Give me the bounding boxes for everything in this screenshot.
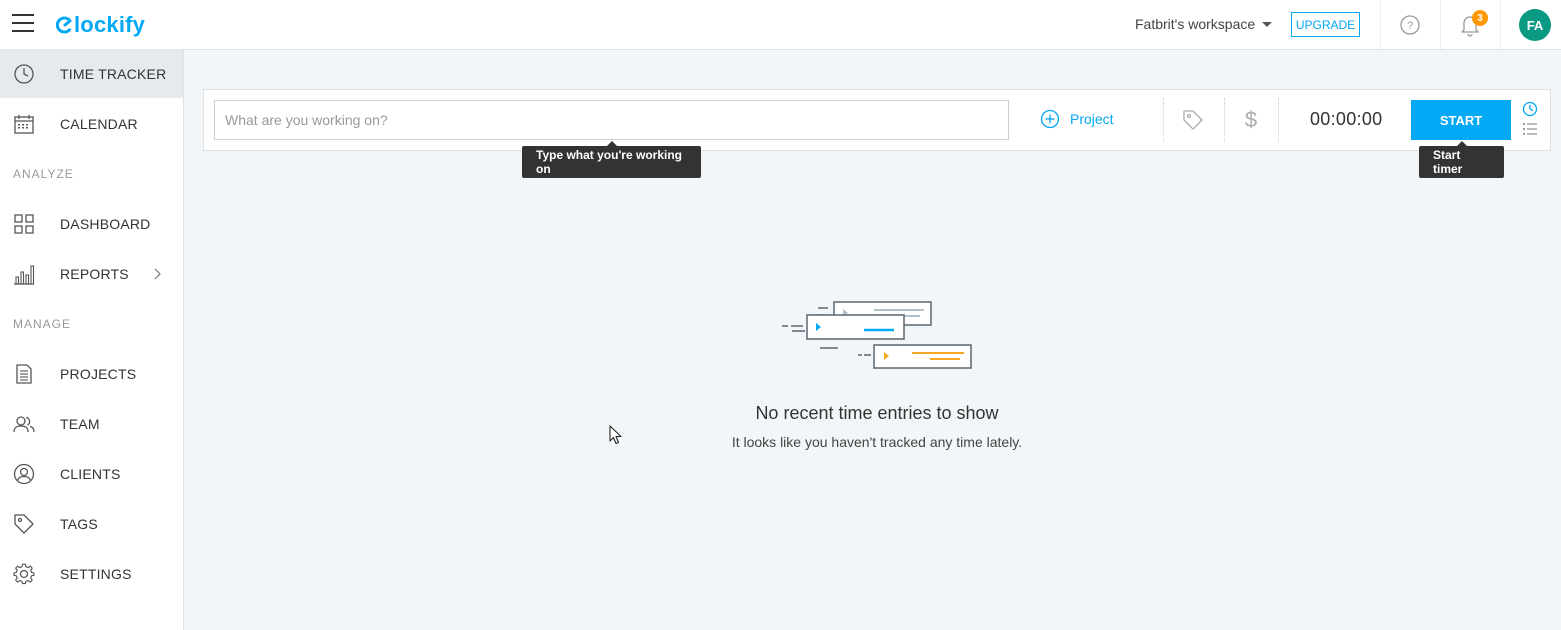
person-circle-icon [13,463,35,485]
project-label: Project [1070,111,1114,127]
header-divider [1500,0,1501,49]
app-logo[interactable]: lockify [56,11,145,39]
chevron-right-icon [154,268,161,280]
notification-badge: 3 [1472,10,1488,26]
section-label-analyze: ANALYZE [13,167,74,181]
tag-icon [14,514,34,534]
dashboard-grid-icon [14,214,34,234]
svg-text:$: $ [1245,108,1257,132]
sidebar-item-settings[interactable]: SETTINGS [0,550,183,598]
tag-icon[interactable] [1182,109,1204,131]
manual-mode-list-icon[interactable] [1522,121,1538,137]
description-tooltip: Type what you're working on [522,141,701,178]
help-icon[interactable]: ? [1399,14,1421,36]
plus-circle-icon [1040,109,1060,129]
time-tracker-bar: Project $ 00:00:00 START [203,89,1551,151]
empty-state-illustration [782,301,972,369]
sidebar-item-label: PROJECTS [60,366,137,382]
sidebar-item-time-tracker[interactable]: TIME TRACKER [0,50,183,98]
workspace-name: Fatbrit's workspace [1135,16,1256,32]
timer-mode-clock-icon[interactable] [1522,101,1538,117]
empty-state-title: No recent time entries to show [755,403,999,423]
app-logo-text: lockify [74,12,146,37]
sidebar: TIME TRACKER CALENDAR ANALYZE DASHBOARD [0,50,184,630]
sidebar-item-label: SETTINGS [60,566,132,582]
sidebar-item-calendar[interactable]: CALENDAR [0,100,183,148]
mouse-cursor-icon [609,425,622,445]
sidebar-item-label: DASHBOARD [60,216,151,232]
add-project-button[interactable]: Project [1040,109,1114,129]
clock-icon [14,64,34,84]
start-timer-tooltip: Start timer [1419,141,1504,178]
bar-chart-icon [14,265,35,285]
timer-display[interactable]: 00:00:00 [1310,109,1382,130]
hamburger-menu-icon[interactable] [12,14,34,34]
document-icon [16,364,32,384]
sidebar-item-label: CALENDAR [60,116,138,132]
svg-text:?: ? [1407,20,1413,32]
tracker-divider [1163,98,1164,142]
start-button[interactable]: START [1411,100,1511,140]
calendar-icon [14,115,34,134]
sidebar-item-label: CLIENTS [60,466,121,482]
sidebar-item-tags[interactable]: TAGS [0,500,183,548]
sidebar-item-clients[interactable]: CLIENTS [0,450,183,498]
tracker-divider [1224,98,1225,142]
sidebar-item-label: REPORTS [60,266,129,282]
empty-state-subtitle: It looks like you haven't tracked any ti… [731,434,1023,450]
section-label-manage: MANAGE [13,317,72,331]
tracker-divider [1278,98,1279,142]
dollar-icon[interactable]: $ [1240,108,1262,132]
description-input[interactable] [214,100,1009,140]
caret-down-icon [1262,21,1273,27]
gear-icon [13,563,35,585]
clockify-logo-icon [56,16,72,34]
sidebar-item-label: TAGS [60,516,98,532]
sidebar-item-label: TIME TRACKER [60,66,167,82]
sidebar-item-reports[interactable]: REPORTS [0,250,183,298]
header-divider [1440,0,1441,49]
sidebar-item-dashboard[interactable]: DASHBOARD [0,200,183,248]
workspace-dropdown[interactable]: Fatbrit's workspace [1135,16,1273,32]
user-avatar[interactable]: FA [1519,9,1551,41]
top-bar: lockify Fatbrit's workspace UPGRADE ? 3 … [0,0,1561,50]
header-divider [1380,0,1381,49]
upgrade-button[interactable]: UPGRADE [1291,12,1360,37]
sidebar-item-projects[interactable]: PROJECTS [0,350,183,398]
